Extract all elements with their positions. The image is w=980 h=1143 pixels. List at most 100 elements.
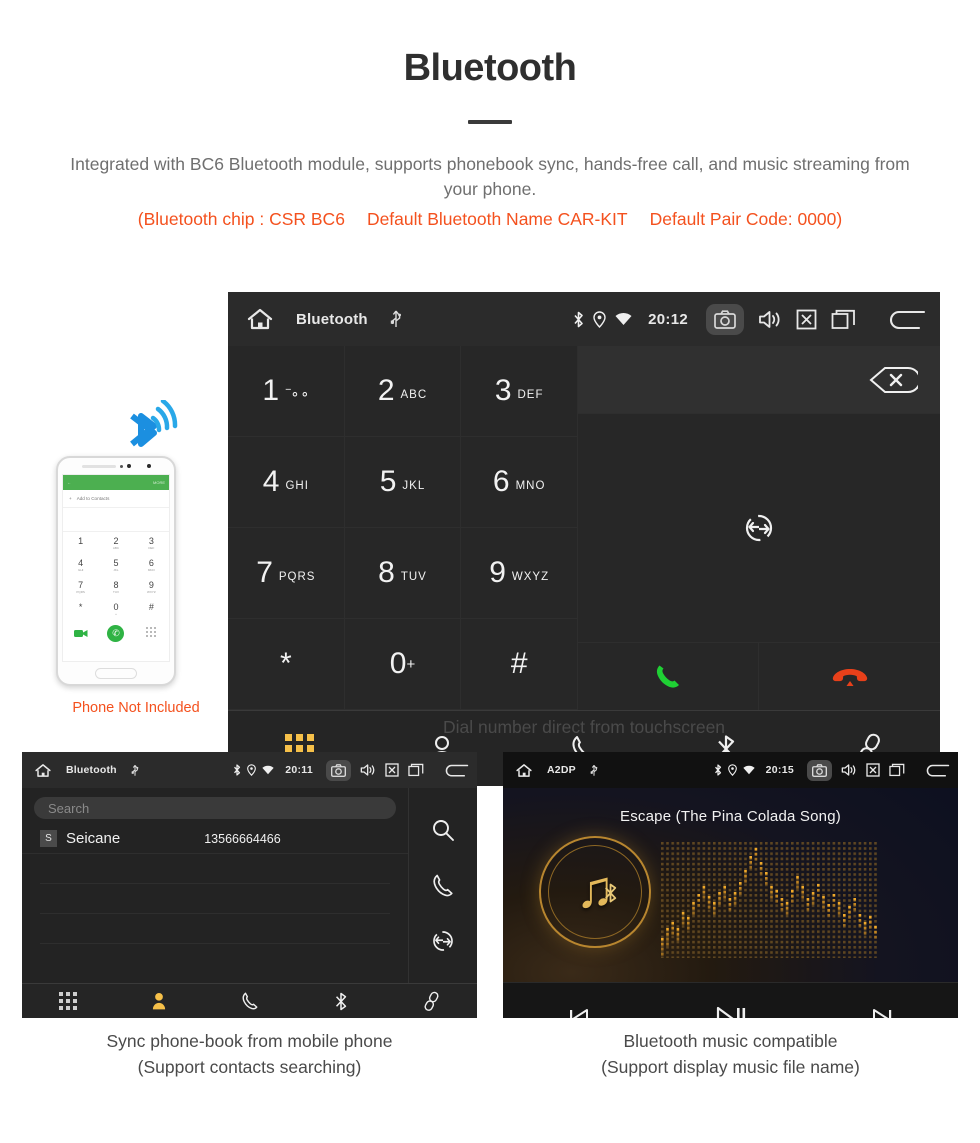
phone-key: # (148, 601, 154, 612)
number-display (578, 346, 940, 414)
spec-name: Default Bluetooth Name CAR-KIT (366, 208, 628, 229)
usb-icon (390, 309, 402, 329)
back-icon[interactable] (443, 763, 469, 777)
contact-name: Seicane (66, 830, 121, 847)
key-9[interactable]: 9 WXYZ (461, 528, 578, 619)
phone-call-button: ✆ (107, 624, 125, 642)
close-icon[interactable] (796, 309, 817, 330)
tab-keypad[interactable] (22, 992, 113, 1010)
audio-visualizer (661, 842, 879, 958)
tab-pair[interactable] (386, 991, 477, 1012)
contact-row-empty (40, 884, 390, 914)
phone-key: 4 GHI (77, 557, 84, 572)
phone-add-contact-label: Add to Contacts (76, 496, 110, 501)
page-root: Bluetooth Integrated with BC6 Bluetooth … (0, 0, 980, 1143)
dialer-title: Bluetooth (296, 310, 368, 328)
wifi-icon (742, 765, 755, 775)
phone-key: * (78, 601, 83, 612)
phonebook-side-actions (409, 788, 477, 983)
music-caption-line1: Bluetooth music compatible (623, 1031, 838, 1051)
tab-call-log[interactable] (204, 991, 295, 1011)
backspace-icon[interactable] (868, 366, 921, 393)
hangup-button[interactable] (759, 643, 940, 710)
music-note-icon: ♫ (575, 861, 615, 919)
recents-icon[interactable] (831, 309, 856, 330)
phone-back-icon: ← (67, 480, 71, 485)
phone-icon (241, 991, 259, 1011)
recents-icon[interactable] (889, 763, 905, 777)
volume-icon[interactable] (758, 309, 782, 330)
track-title: Escape (The Pina Colada Song) (620, 808, 841, 825)
phonebook-title: Bluetooth (66, 764, 117, 776)
key-8[interactable]: 8 TUV (344, 528, 462, 619)
volume-icon[interactable] (360, 763, 376, 777)
play-pause-button[interactable] (655, 1005, 807, 1018)
phone-more-label: MORE (153, 480, 165, 485)
key-0[interactable]: 0 + (344, 619, 462, 710)
phone-not-included-note: Phone Not Included (72, 700, 200, 716)
dialer-side-column (578, 346, 940, 710)
recents-icon[interactable] (408, 763, 424, 777)
tab-bluetooth[interactable] (295, 991, 386, 1012)
key-1[interactable]: 1 ‾⚬⚬ (228, 346, 345, 437)
phone-keypad-toggle-icon (134, 627, 169, 639)
phone-key: 8 TUV (112, 579, 119, 594)
key-6[interactable]: 6 MNO (461, 437, 578, 528)
music-title: A2DP (547, 764, 576, 776)
music-caption-line2: (Support display music file name) (601, 1057, 860, 1078)
phone-screen: ← MORE + Add to Contacts 1 2 ABC 3 DEF 4 GH… (62, 474, 170, 662)
wifi-icon (615, 312, 632, 326)
phone-key: 5 JKL (113, 557, 119, 572)
previous-button[interactable] (503, 1006, 655, 1018)
key-5[interactable]: 5 JKL (344, 437, 462, 528)
phone-number-field (63, 508, 169, 532)
bluetooth-icon (233, 764, 241, 776)
phone-key: 1 (78, 535, 84, 546)
bluetooth-icon (714, 764, 722, 776)
back-icon[interactable] (924, 763, 950, 777)
close-icon[interactable] (866, 763, 880, 777)
key-7[interactable]: 7 PQRS (228, 528, 345, 619)
camera-icon[interactable] (807, 759, 832, 781)
tab-contacts[interactable] (113, 991, 204, 1011)
phonebook-body: Search S Seicane 13566664466 (22, 788, 477, 983)
camera-icon[interactable] (706, 303, 744, 335)
sync-icon[interactable] (431, 929, 455, 953)
key-2[interactable]: 2 ABC (344, 346, 462, 437)
key-4[interactable]: 4 GHI (228, 437, 345, 528)
music-clock: 20:15 (765, 764, 794, 776)
close-icon[interactable] (385, 763, 399, 777)
home-icon[interactable] (246, 307, 274, 331)
bluetooth-icon (573, 311, 584, 328)
home-icon[interactable] (515, 763, 533, 778)
home-icon[interactable] (34, 763, 52, 778)
key-hash[interactable]: # (461, 619, 578, 710)
transfer-call-icon[interactable] (743, 512, 775, 544)
phonebook-statusbar: Bluetooth 20:11 (22, 752, 477, 788)
dialer-statusbar: Bluetooth 20:12 (228, 292, 940, 346)
phonebook-screenshot: Bluetooth 20:11 Search S Seicane 1356666… (22, 752, 477, 1018)
title-divider (468, 119, 512, 124)
contact-row[interactable]: S Seicane 13566664466 (22, 824, 408, 854)
phone-icon[interactable] (431, 873, 455, 898)
key-3[interactable]: 3 DEF (461, 346, 578, 437)
volume-icon[interactable] (841, 763, 857, 777)
contact-number: 13566664466 (204, 831, 281, 846)
bluetooth-icon (334, 991, 348, 1012)
phonebook-clock: 20:11 (285, 764, 313, 776)
phone-key: 7 PQRS (76, 579, 85, 594)
back-icon[interactable] (886, 308, 926, 330)
next-button[interactable] (806, 1006, 958, 1018)
phone-device: ← MORE + Add to Contacts 1 2 ABC 3 DEF 4 GH… (56, 456, 176, 686)
call-button[interactable] (578, 643, 759, 710)
camera-icon[interactable] (326, 759, 351, 781)
phone-home-button (58, 662, 174, 684)
page-subtitle: Integrated with BC6 Bluetooth module, su… (70, 153, 910, 200)
search-input[interactable]: Search (34, 797, 396, 819)
link-icon (422, 991, 441, 1012)
search-icon[interactable] (431, 818, 455, 842)
music-caption: Bluetooth music compatible (Support disp… (503, 1028, 958, 1081)
dialer-keypad: 1 ‾⚬⚬ 2 ABC 3 DEF 4 GHI 5 JKL 6 MNO 7 PQRS 8 TUV… (228, 346, 578, 710)
wifi-icon (262, 765, 274, 775)
key-star[interactable]: * (228, 619, 345, 710)
